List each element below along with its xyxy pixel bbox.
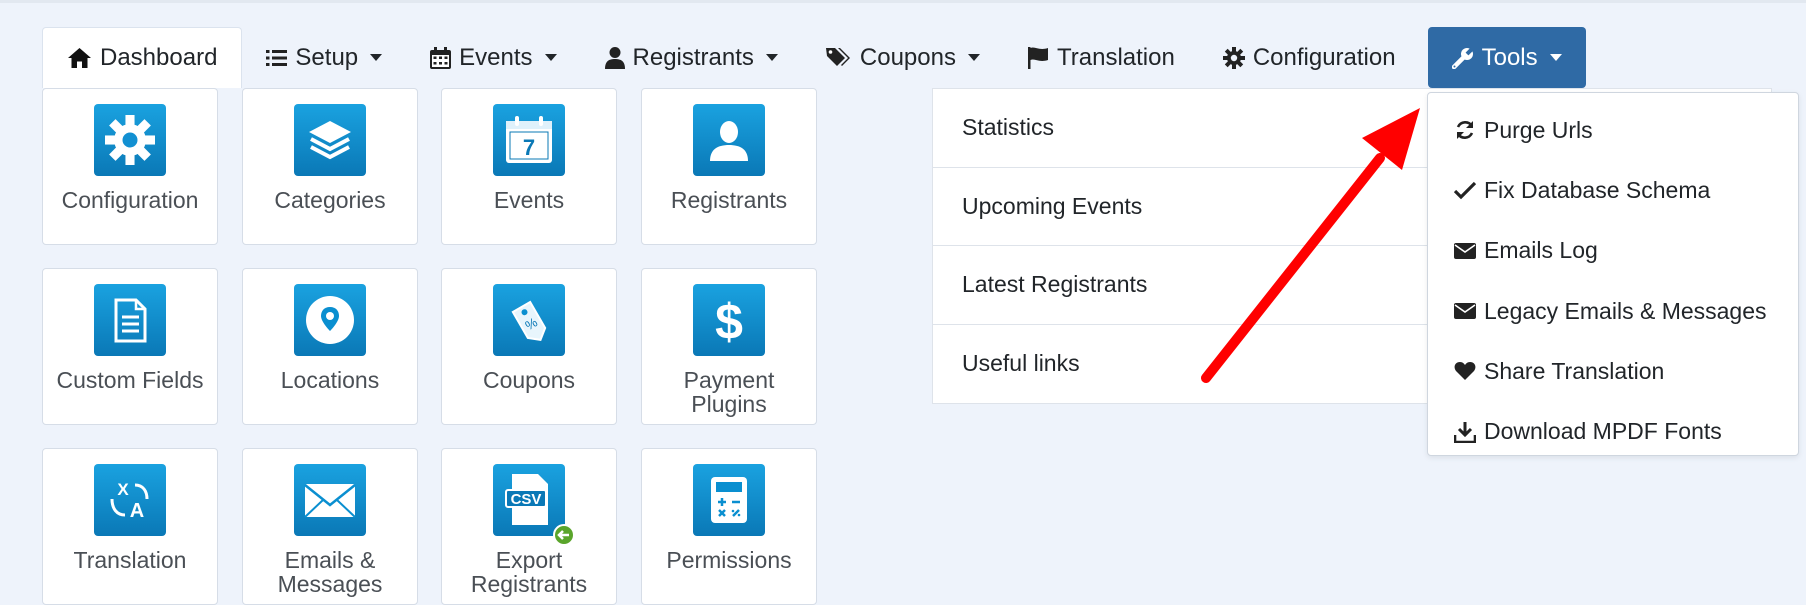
user-icon [604,46,625,69]
tile-events[interactable]: 7 Events [441,88,617,245]
menu-item-label: Download MPDF Fonts [1484,418,1722,445]
heart-icon [1454,362,1476,381]
price-tag-icon: % [493,284,565,356]
tab-dashboard[interactable]: Dashboard [42,27,243,88]
location-pin-icon [294,284,366,356]
chevron-down-icon [370,54,383,61]
tile-translation[interactable]: XA Translation [42,448,218,605]
menu-item-label: Share Translation [1484,357,1665,384]
tile-label: Emails & Messages [277,547,383,597]
tab-label: Tools [1481,43,1538,71]
menu-item-label: Purge Urls [1484,116,1593,143]
glyph-a: A [130,500,144,522]
calendar-icon [430,46,452,69]
tile-label: Custom Fields [56,367,204,393]
menu-item-legacy-emails-messages[interactable]: Legacy Emails & Messages [1428,281,1798,341]
chevron-down-icon [1549,54,1562,61]
calculator-icon [693,464,765,536]
tile-label: Payment Plugins [683,367,775,417]
tile-label: Configuration [61,187,199,213]
csv-text: CSV [511,491,542,508]
menu-item-share-translation[interactable]: Share Translation [1428,341,1798,401]
translate-icon: XA [94,464,166,536]
top-border [0,0,1806,3]
refresh-icon [1456,121,1474,140]
main-nav: Dashboard Setup Events Registrants Coupo… [42,27,1586,88]
tab-label: Events [459,43,533,71]
tab-tools[interactable]: Tools [1427,27,1586,88]
flag-icon [1027,46,1048,69]
tile-label: Categories [274,187,386,213]
export-arrow-badge [553,524,575,546]
tab-label: Dashboard [100,44,218,71]
tab-translation[interactable]: Translation [1004,27,1199,88]
document-icon [94,284,166,356]
tab-events[interactable]: Events [406,27,580,88]
tile-emails-messages[interactable]: Emails & Messages [242,448,418,605]
tile-label: Translation [73,547,187,573]
tab-coupons[interactable]: Coupons [802,27,1004,88]
tile-label: Export Registrants [470,547,588,597]
menu-item-label: Fix Database Schema [1484,176,1711,203]
tab-setup[interactable]: Setup [242,27,406,88]
tile-export-registrants[interactable]: CSV Export Registrants [441,448,617,605]
calendar-day: 7 [523,135,535,160]
tools-dropdown-menu: Purge Urls Fix Database Schema Emails Lo… [1427,92,1799,456]
user-icon [693,104,765,176]
tile-label: Coupons [482,367,576,393]
envelope-icon [294,464,366,536]
check-icon [1454,182,1476,200]
download-icon [1454,421,1476,443]
gear-icon [94,104,166,176]
tile-permissions[interactable]: Permissions [641,448,817,605]
tab-label: Coupons [859,43,956,71]
menu-item-purge-urls[interactable]: Purge Urls [1428,100,1798,160]
tile-label: Events [493,187,565,213]
tile-locations[interactable]: Locations [242,268,418,425]
tile-payment-plugins[interactable]: $ Payment Plugins [641,268,817,425]
menu-item-label: Legacy Emails & Messages [1484,297,1767,324]
chevron-down-icon [765,54,778,61]
tile-categories[interactable]: Categories [242,88,418,245]
tab-configuration[interactable]: Configuration [1199,27,1420,88]
envelope-icon [1454,303,1476,320]
glyph-x: X [117,480,129,499]
dollar-icon: $ [693,284,765,356]
tab-label: Configuration [1252,43,1396,71]
chevron-down-icon [967,54,980,61]
envelope-icon [1454,242,1476,259]
menu-item-download-mpdf-fonts[interactable]: Download MPDF Fonts [1428,401,1798,461]
calendar-icon: 7 [493,104,565,176]
tile-custom-fields[interactable]: Custom Fields [42,268,218,425]
tile-label: Permissions [666,547,792,573]
list-icon [266,49,288,66]
tab-registrants[interactable]: Registrants [581,27,802,88]
tile-coupons[interactable]: % Coupons [441,268,617,425]
menu-item-fix-database-schema[interactable]: Fix Database Schema [1428,160,1798,220]
layers-icon [294,104,366,176]
tab-label: Registrants [632,43,754,71]
wrench-icon [1451,46,1474,69]
menu-item-label: Emails Log [1484,237,1598,264]
dollar-symbol: $ [715,294,743,347]
csv-export-icon: CSV [493,464,575,546]
tile-configuration[interactable]: Configuration [42,88,218,245]
tile-label: Registrants [670,187,788,213]
tile-label: Locations [280,367,380,393]
tab-label: Translation [1056,43,1175,71]
home-icon [68,48,91,68]
tags-icon [825,47,850,66]
menu-item-emails-log[interactable]: Emails Log [1428,221,1798,281]
tile-registrants[interactable]: Registrants [641,88,817,245]
gear-icon [1222,46,1245,69]
chevron-down-icon [544,54,557,61]
tab-label: Setup [295,43,359,71]
